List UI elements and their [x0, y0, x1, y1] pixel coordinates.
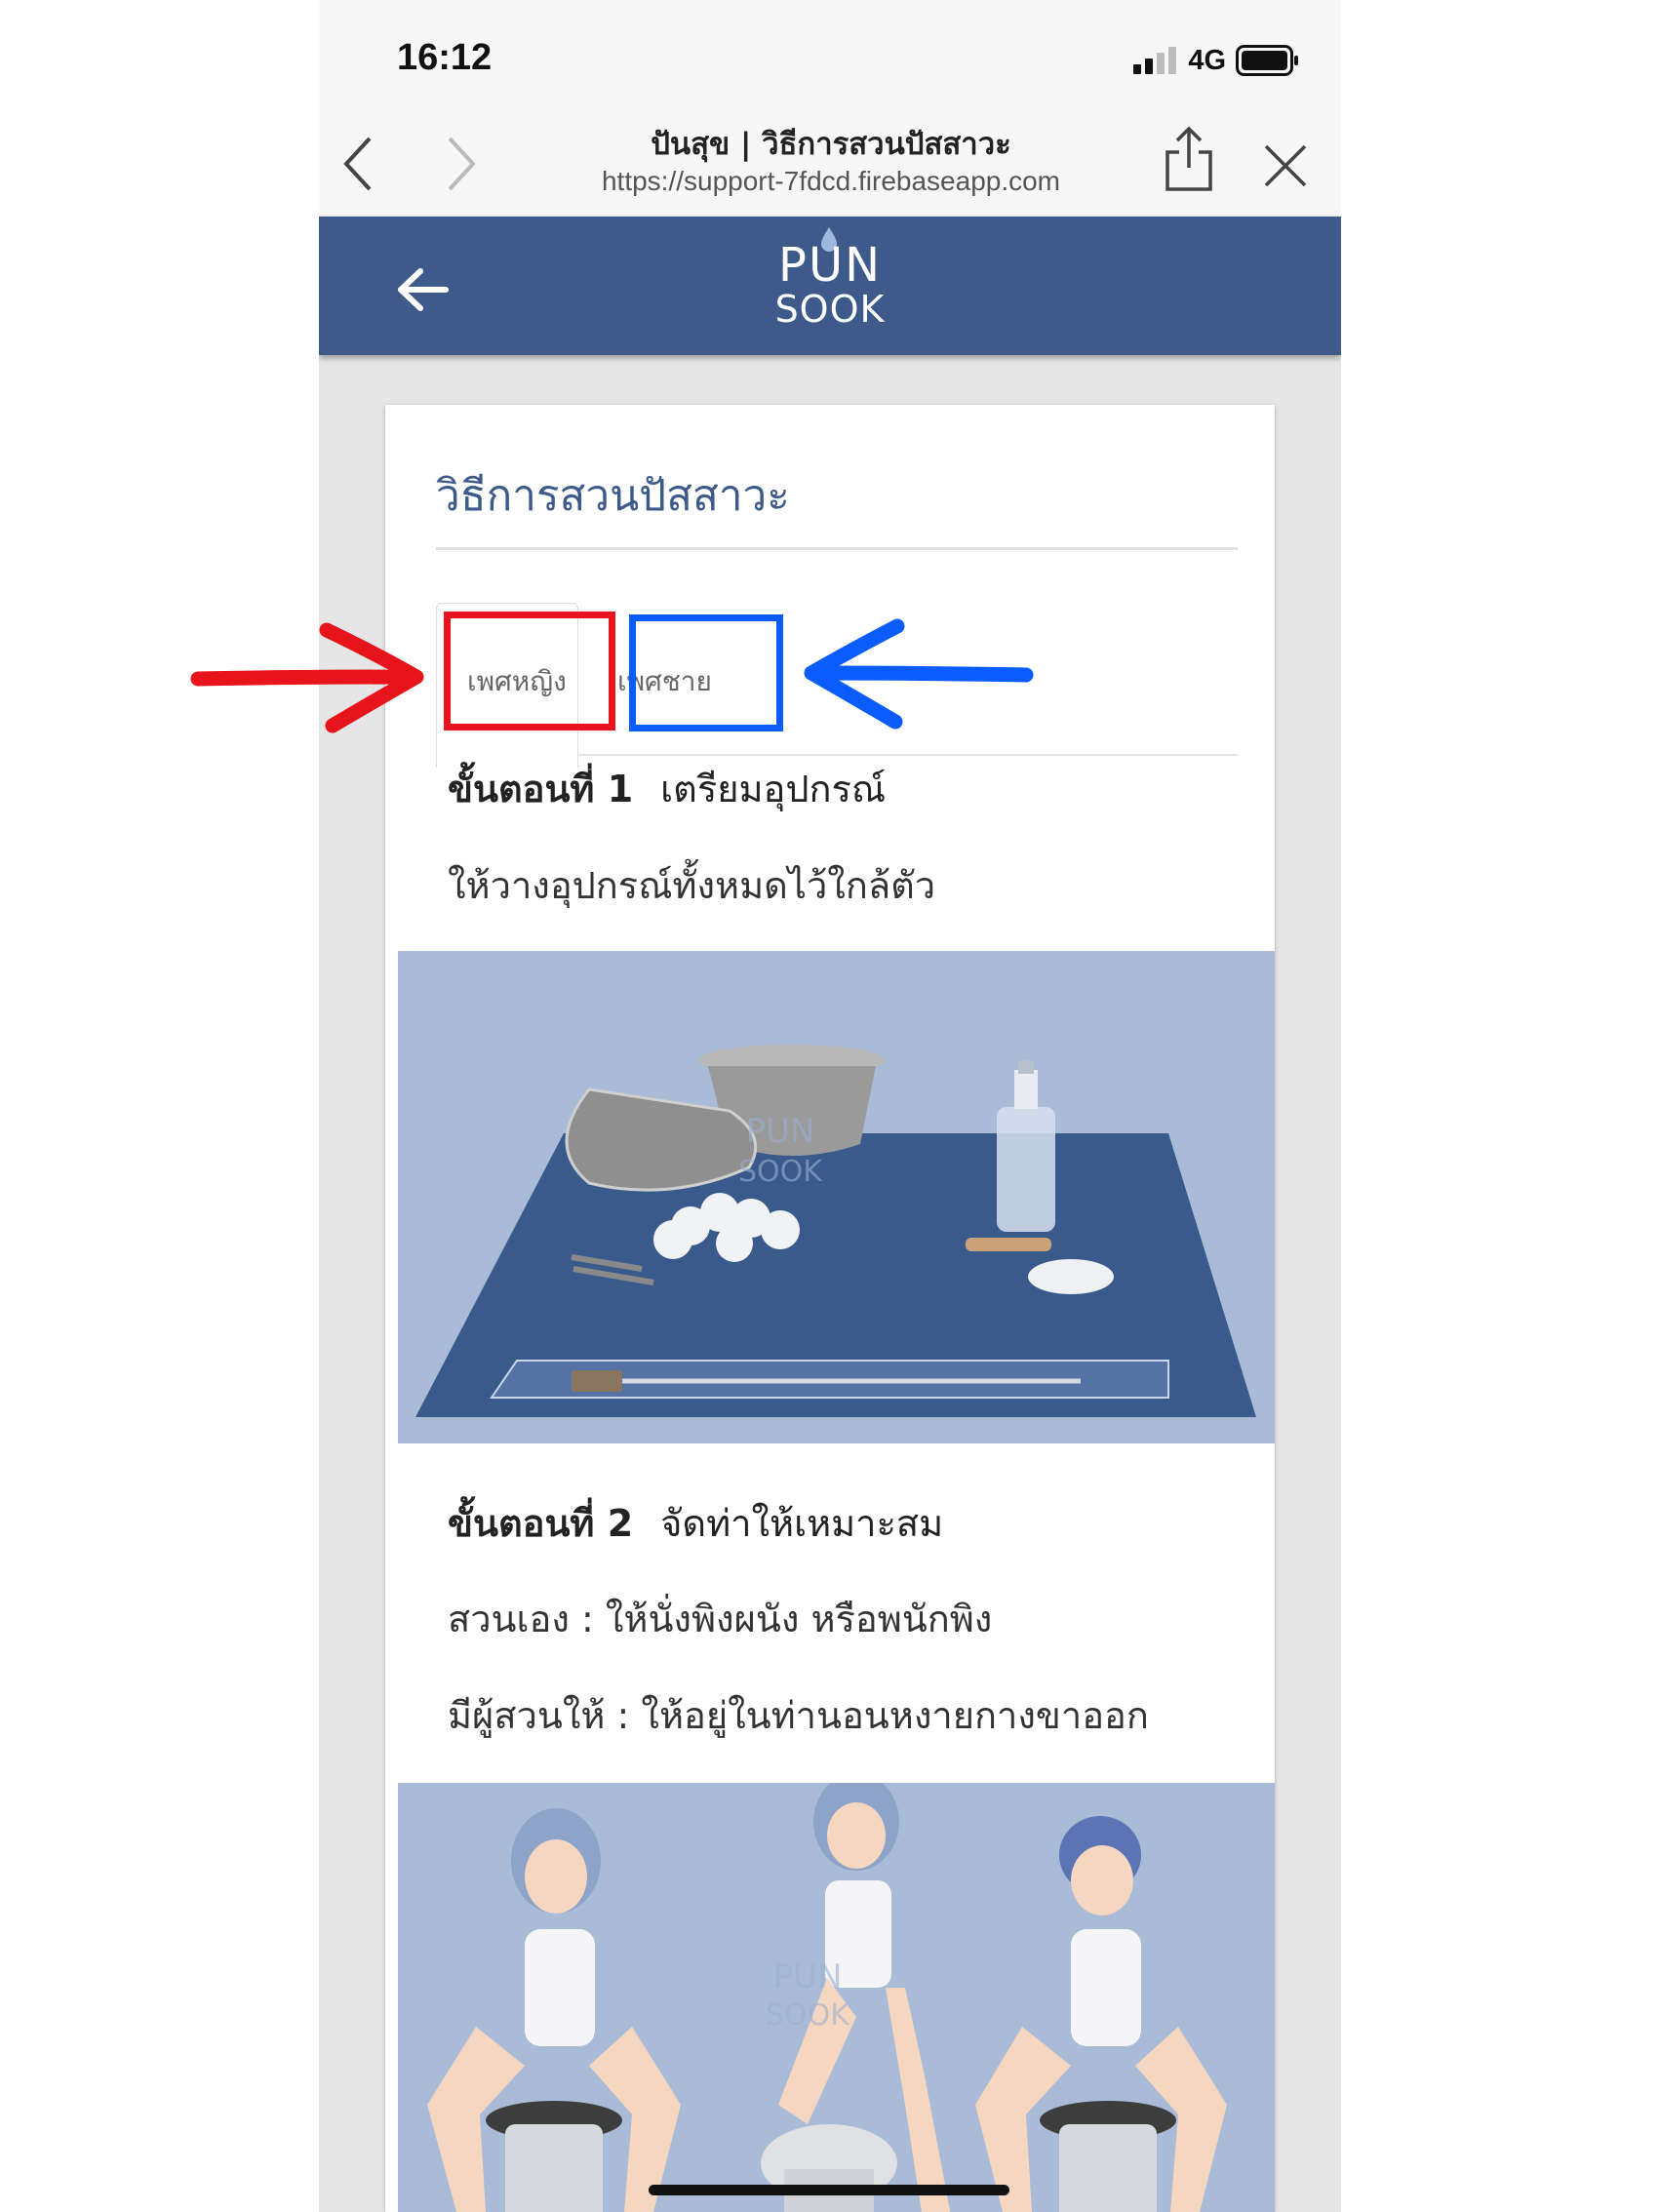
step-2-title: จัดท่าให้เหมาะสม: [660, 1502, 944, 1545]
forward-chevron-icon[interactable]: [446, 135, 477, 193]
step-1-label: ขั้นตอนที่ 1: [448, 768, 634, 810]
positions-image: PUN SOOK: [427, 1783, 1227, 2212]
logo-pun: PUN: [778, 238, 882, 293]
share-icon[interactable]: [1162, 125, 1216, 193]
network-type: 4G: [1188, 44, 1226, 76]
equipment-illustration: PUN SOOK: [398, 951, 1275, 1443]
page-title: วิธีการสวนปัสสาวะ: [436, 471, 790, 521]
watermark-sook: SOOK: [738, 1155, 823, 1189]
logo-sook: SOOK: [774, 288, 886, 331]
watermark-pun-2: PUN: [773, 1957, 843, 1996]
female-tab-highlight: [444, 612, 615, 731]
signal-icon: [1133, 47, 1177, 74]
back-chevron-icon[interactable]: [342, 135, 374, 193]
home-indicator[interactable]: [649, 2185, 1009, 2195]
step-2-text-assisted: มีผู้สวนให้ : ให้อยู่ในท่านอนหงายกางขาออ…: [448, 1694, 1149, 1737]
status-time: 16:12: [397, 37, 493, 78]
watermark-sook-2: SOOK: [766, 1998, 850, 2033]
app-header: PUN SOOK: [319, 217, 1341, 355]
step-2-label: ขั้นตอนที่ 2: [448, 1502, 634, 1545]
blue-arrow-icon: [804, 618, 1034, 730]
step-1-heading: ขั้นตอนที่ 1 เตรียมอุปกรณ์: [448, 759, 886, 818]
title-divider: [436, 547, 1238, 550]
equipment-image: PUN SOOK: [415, 1045, 1256, 1417]
browser-chrome: 16:12 4G ปันสุข | วิธีการสวนปัสสาวะ http…: [319, 0, 1341, 217]
step-1-title: เตรียมอุปกรณ์: [660, 768, 887, 810]
position-illustration: PUN SOOK: [398, 1783, 1275, 2212]
step-2-text-self: สวนเอง : ให้นั่งพิงผนัง หรือพนักพิง: [448, 1598, 993, 1640]
phone-screen: 16:12 4G ปันสุข | วิธีการสวนปัสสาวะ http…: [319, 0, 1341, 2212]
close-icon[interactable]: [1263, 143, 1308, 188]
watermark-pun: PUN: [746, 1112, 815, 1151]
step-2-heading: ขั้นตอนที่ 2 จัดท่าให้เหมาะสม: [448, 1493, 943, 1553]
step-1-text: ให้วางอุปกรณ์ทั้งหมดไว้ใกล้ตัว: [448, 864, 936, 907]
status-icons: 4G: [1133, 43, 1300, 78]
browser-page-title: ปันสุข | วิธีการสวนปัสสาวะ: [651, 127, 1011, 162]
browser-url[interactable]: https://support-7fdcd.firebaseapp.com: [494, 166, 1167, 197]
male-tab-highlight: [629, 614, 783, 731]
battery-icon: [1236, 45, 1298, 76]
red-arrow-icon: [190, 622, 424, 733]
